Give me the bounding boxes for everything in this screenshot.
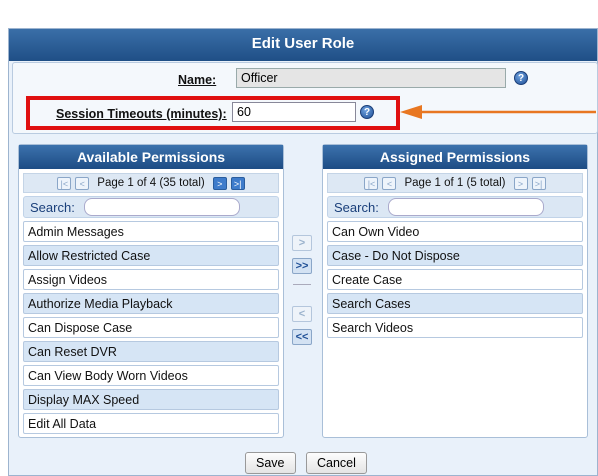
assigned-pager: |< < Page 1 of 1 (5 total) > >| [327, 173, 583, 193]
available-search-label: Search: [30, 200, 75, 215]
name-label: Name: [178, 73, 217, 87]
available-permission-item[interactable]: Can Reset DVR [23, 341, 279, 362]
assigned-search-input[interactable] [388, 198, 544, 216]
session-timeout-label: Session Timeouts (minutes): [56, 107, 227, 121]
assigned-permission-item[interactable]: Can Own Video [327, 221, 583, 242]
available-search-row: Search: [23, 196, 279, 218]
available-permission-item[interactable]: Edit All Data [23, 413, 279, 434]
first-page-icon[interactable]: |< [364, 176, 379, 190]
help-icon[interactable]: ? [514, 71, 528, 85]
available-permissions-panel: Available Permissions |< < Page 1 of 4 (… [18, 144, 284, 438]
assigned-permission-item[interactable]: Search Videos [327, 317, 583, 338]
assigned-permission-item[interactable]: Case - Do Not Dispose [327, 245, 583, 266]
annotation-arrow-icon [400, 105, 596, 119]
available-permission-item[interactable]: Assign Videos [23, 269, 279, 290]
available-search-input[interactable] [84, 198, 240, 216]
assigned-pager-text: Page 1 of 1 (5 total) [404, 177, 506, 189]
remove-all-button[interactable]: << [292, 329, 312, 345]
available-pager-text: Page 1 of 4 (35 total) [97, 177, 205, 189]
cancel-button[interactable]: Cancel [306, 452, 367, 474]
prev-page-icon[interactable]: < [382, 176, 397, 190]
first-page-icon[interactable]: |< [57, 176, 72, 190]
help-icon[interactable]: ? [360, 105, 374, 119]
next-page-icon[interactable]: > [513, 176, 528, 190]
remove-selected-button[interactable]: < [292, 306, 312, 322]
assigned-permissions-title: Assigned Permissions [323, 145, 587, 169]
name-field[interactable] [236, 68, 506, 88]
assigned-permission-item[interactable]: Search Cases [327, 293, 583, 314]
transfer-divider [293, 284, 311, 285]
prev-page-icon[interactable]: < [75, 176, 90, 190]
dialog-title: Edit User Role [9, 29, 597, 61]
available-permission-item[interactable]: Can View Body Worn Videos [23, 365, 279, 386]
add-all-button[interactable]: >> [292, 258, 312, 274]
available-permission-item[interactable]: Authorize Media Playback [23, 293, 279, 314]
assigned-permissions-panel: Assigned Permissions |< < Page 1 of 1 (5… [322, 144, 588, 438]
save-button[interactable]: Save [245, 452, 296, 474]
available-permissions-title: Available Permissions [19, 145, 283, 169]
available-permission-item[interactable]: Allow Restricted Case [23, 245, 279, 266]
last-page-icon[interactable]: >| [531, 176, 546, 190]
available-permission-item[interactable]: Admin Messages [23, 221, 279, 242]
assigned-permission-item[interactable]: Create Case [327, 269, 583, 290]
session-timeout-field[interactable] [232, 102, 356, 122]
available-permission-item[interactable]: Can Dispose Case [23, 317, 279, 338]
available-permission-item[interactable]: Display MAX Speed [23, 389, 279, 410]
add-selected-button[interactable]: > [292, 235, 312, 251]
available-pager: |< < Page 1 of 4 (35 total) > >| [23, 173, 279, 193]
assigned-search-label: Search: [334, 200, 379, 215]
last-page-icon[interactable]: >| [230, 176, 245, 190]
next-page-icon[interactable]: > [212, 176, 227, 190]
assigned-search-row: Search: [327, 196, 583, 218]
